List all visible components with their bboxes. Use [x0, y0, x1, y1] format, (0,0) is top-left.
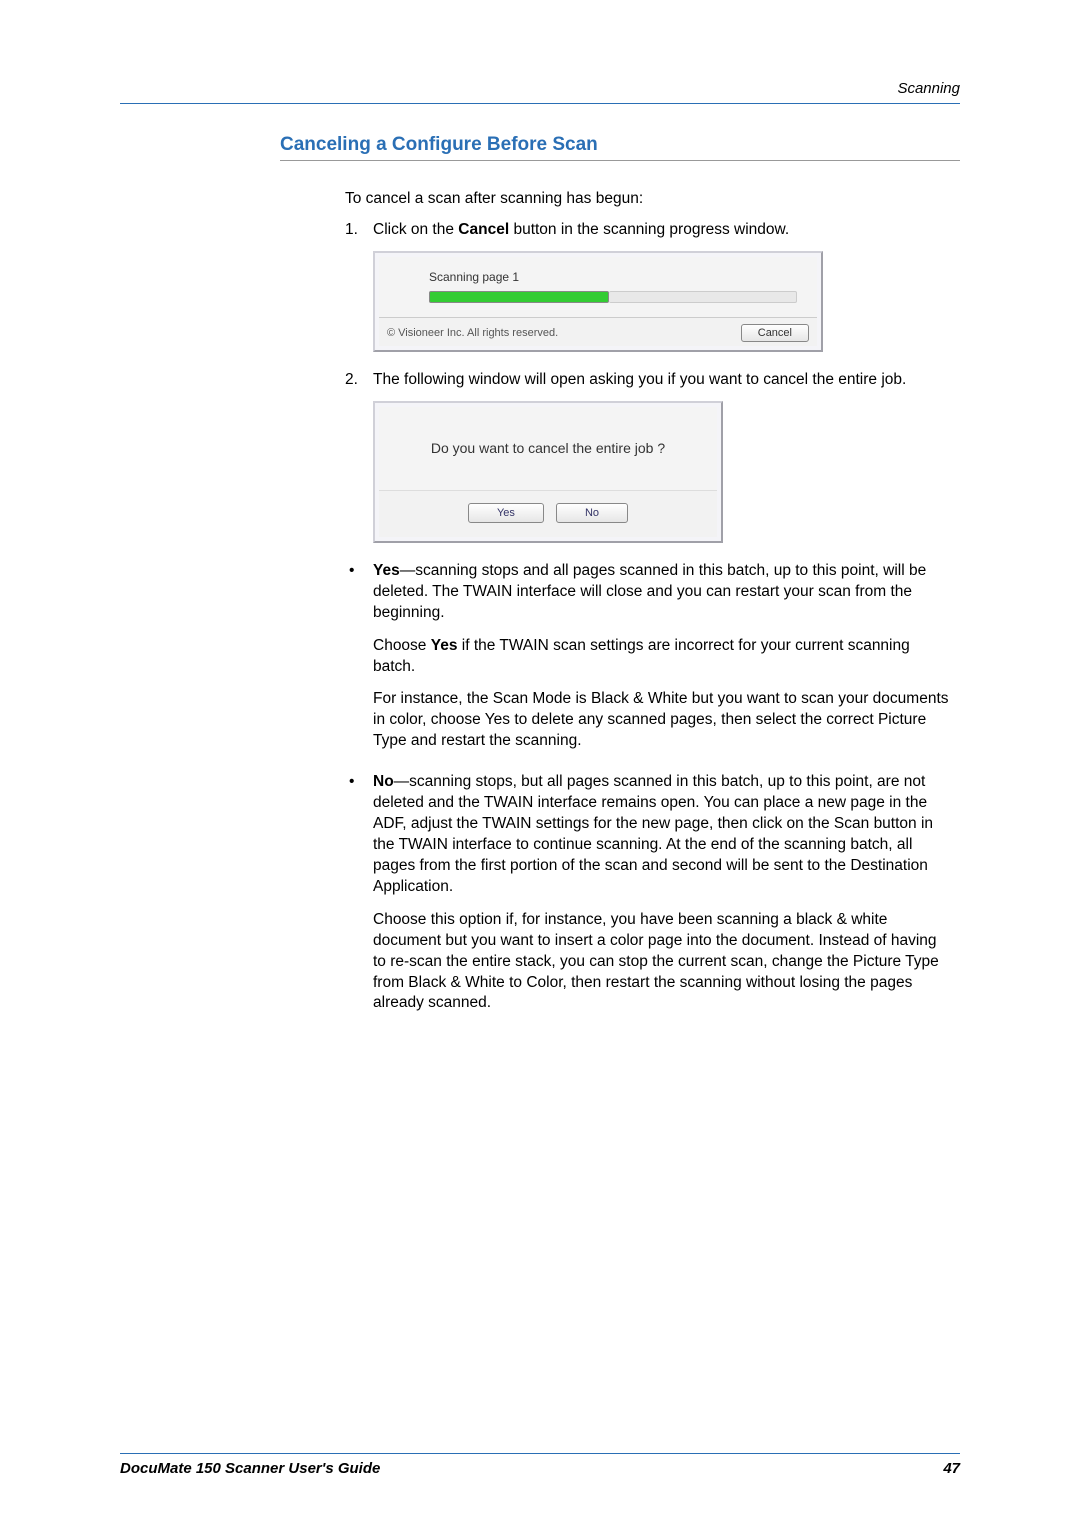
bullet-yes-p3: For instance, the Scan Mode is Black & W… [373, 689, 950, 752]
page-header-section: Scanning [120, 80, 960, 104]
section-title: Canceling a Configure Before Scan [280, 134, 960, 161]
bullet-no-p1-rest: —scanning stops, but all pages scanned i… [373, 773, 933, 895]
bullet-no: • No—scanning stops, but all pages scann… [345, 772, 950, 1026]
bullet-yes-p1: Yes—scanning stops and all pages scanned… [373, 561, 950, 624]
step-text: The following window will open asking yo… [373, 370, 950, 391]
step-text: Click on the Cancel button in the scanni… [373, 220, 950, 241]
bullet-yes: • Yes—scanning stops and all pages scann… [345, 561, 950, 764]
progress-bar-fill [429, 291, 609, 303]
bullet-yes-p2: Choose Yes if the TWAIN scan settings ar… [373, 636, 950, 678]
step-number: 2. [345, 370, 373, 391]
footer-page-number: 47 [943, 1460, 960, 1477]
bullet-yes-p2-pre: Choose [373, 637, 431, 654]
intro-text: To cancel a scan after scanning has begu… [345, 189, 950, 210]
bullet-yes-p1-rest: —scanning stops and all pages scanned in… [373, 562, 926, 621]
footer-doc-title: DocuMate 150 Scanner User's Guide [120, 1460, 380, 1477]
page-footer: DocuMate 150 Scanner User's Guide 47 [120, 1453, 960, 1477]
no-button[interactable]: No [556, 503, 628, 523]
bullet-no-p2: Choose this option if, for instance, you… [373, 910, 950, 1015]
bullet-no-label: No [373, 773, 394, 790]
bullet-yes-label: Yes [373, 562, 400, 579]
step-number: 1. [345, 220, 373, 241]
step-2: 2. The following window will open asking… [345, 370, 950, 391]
step1-post: button in the scanning progress window. [509, 221, 789, 238]
screenshot-confirm-dialog: Do you want to cancel the entire job ? Y… [373, 401, 723, 543]
screenshot-progress-window: Scanning page 1 © Visioneer Inc. All rig… [373, 251, 823, 352]
step-1: 1. Click on the Cancel button in the sca… [345, 220, 950, 241]
cancel-button[interactable]: Cancel [741, 324, 809, 342]
bullet-no-p1: No—scanning stops, but all pages scanned… [373, 772, 950, 898]
progress-bar-track [609, 291, 797, 303]
progress-bar-row [379, 287, 817, 307]
yes-button[interactable]: Yes [468, 503, 544, 523]
step1-pre: Click on the [373, 221, 458, 238]
dialog-question: Do you want to cancel the entire job ? [379, 407, 717, 490]
bullet-yes-p2-bold: Yes [431, 637, 458, 654]
copyright-text: © Visioneer Inc. All rights reserved. [387, 326, 558, 341]
progress-status-text: Scanning page 1 [379, 257, 817, 287]
bullet-marker: • [345, 772, 373, 1026]
step1-bold: Cancel [458, 221, 509, 238]
bullet-marker: • [345, 561, 373, 764]
